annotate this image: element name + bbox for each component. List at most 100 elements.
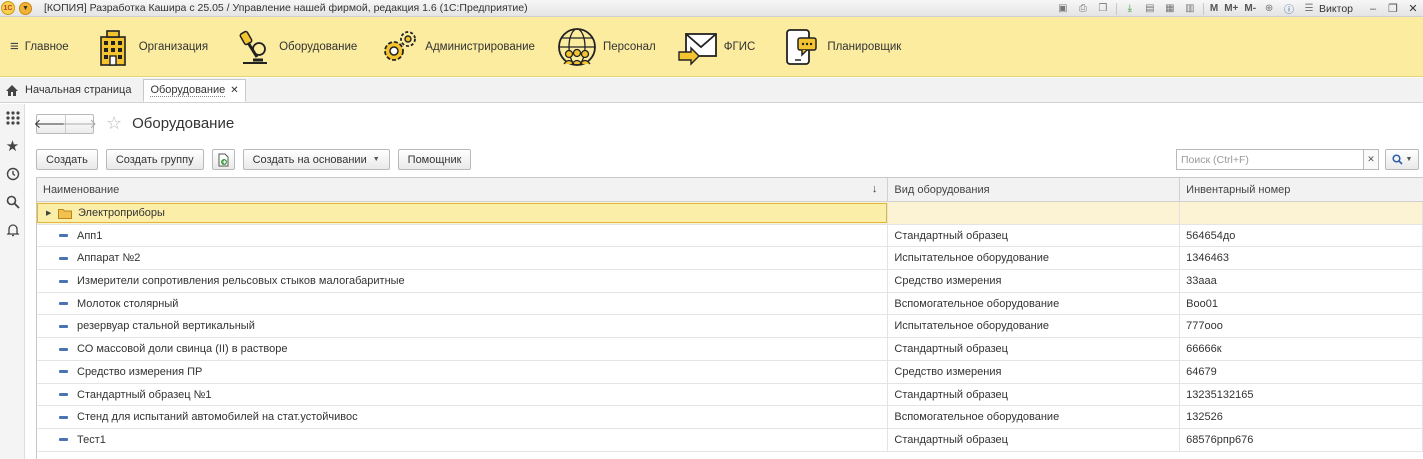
clear-search-icon[interactable]: ✕ — [1363, 149, 1379, 170]
search-input[interactable] — [1176, 149, 1363, 170]
main-menu-icon[interactable]: ▼ — [19, 1, 32, 15]
section-organization[interactable]: Организация — [91, 17, 208, 77]
tab-equipment-label: Оборудование — [150, 84, 226, 97]
group-cell[interactable]: ▶ Электроприборы — [37, 203, 887, 223]
calendar-icon[interactable]: ▦ — [1163, 3, 1177, 15]
search-options-button[interactable]: ▼ — [1385, 149, 1419, 170]
calculator-icon[interactable]: ▥ — [1183, 3, 1197, 15]
cell-type: Стандартный образец — [888, 338, 1181, 361]
table-row[interactable]: Средство измерения ПР Средство измерения 6… — [37, 360, 1423, 384]
section-equipment[interactable]: Оборудование — [233, 17, 357, 77]
item-icon — [59, 370, 68, 374]
zoom-icon[interactable]: ⊕ — [1262, 3, 1276, 15]
print-icon[interactable]: ⎙ — [1076, 3, 1090, 15]
cell-inventory: 1346463 — [1180, 247, 1423, 270]
cell-name: Измерители сопротивления рельсовых стыко… — [37, 270, 889, 293]
create-button[interactable]: Создать — [36, 149, 98, 170]
table-row-group[interactable]: ▶ Электроприборы — [37, 202, 1423, 225]
item-icon — [59, 234, 68, 238]
table-row[interactable]: Стандартный образец №1 Стандартный образе… — [37, 383, 1423, 407]
cell-type: Средство измерения — [888, 360, 1181, 383]
table-row[interactable]: Молоток столярный Вспомогательное оборудо… — [37, 292, 1423, 316]
column-header-type[interactable]: Вид оборудования — [888, 178, 1181, 202]
forward-button[interactable]: 🡒 — [62, 114, 97, 133]
cell-type: Испытательное оборудование — [888, 247, 1181, 270]
left-toolbar: ★ — [0, 104, 25, 459]
user-name[interactable]: Виктор — [1319, 3, 1353, 15]
section-label: Планировщик — [827, 40, 902, 53]
cell-inventory: Воо01 — [1180, 292, 1423, 315]
cell-name: Молоток столярный — [37, 292, 889, 315]
column-header-inventory[interactable]: Инвентарный номер — [1180, 178, 1423, 202]
sort-down-icon: ↓ — [871, 183, 878, 195]
tab-home[interactable]: Начальная страница — [0, 78, 139, 102]
history-icon[interactable] — [0, 160, 25, 188]
section-label: Оборудование — [279, 40, 358, 53]
section-administration[interactable]: Администрирование — [377, 17, 535, 77]
table-row[interactable]: СО массовой доли свинца (II) в растворе С… — [37, 338, 1423, 361]
section-label: Организация — [138, 40, 209, 53]
equipment-table: Наименование ↓ Вид оборудования Инвентар… — [36, 177, 1423, 459]
save-icon[interactable]: ▣ — [1056, 3, 1070, 15]
table-row[interactable]: Измерители сопротивления рельсовых стыко… — [37, 270, 1423, 293]
close-window-button[interactable]: ✕ — [1405, 2, 1421, 16]
item-icon — [59, 393, 68, 396]
create-group-button[interactable]: Создать группу — [105, 149, 204, 170]
cell-name: СО массовой доли свинца (II) в растворе — [37, 338, 889, 361]
copy-icon[interactable]: ❐ — [1096, 3, 1110, 15]
phone-chat-icon — [779, 25, 823, 69]
table-header: Наименование ↓ Вид оборудования Инвентар… — [37, 178, 1423, 202]
info-icon[interactable]: ⓘ — [1282, 3, 1296, 16]
table-row[interactable]: резервуар стальной вертикальный Испытател… — [37, 315, 1423, 339]
table-body: Апп1 Стандартный образец 564654до Аппарат №… — [37, 224, 1423, 452]
document-icon[interactable]: ▤ — [1143, 3, 1157, 15]
search-icon[interactable] — [0, 188, 25, 216]
section-label: ФГИС — [723, 40, 756, 53]
app-logo-icon[interactable]: 1С — [1, 1, 15, 15]
cell-inventory: 64679 — [1180, 360, 1423, 383]
cell-type: Вспомогательное оборудование — [888, 406, 1181, 429]
section-personnel[interactable]: Персонал — [555, 17, 656, 77]
table-row[interactable]: Тест1 Стандартный образец 68576рпр676 — [37, 428, 1423, 452]
create-based-on-button[interactable]: Создать на основании ▼ — [242, 149, 390, 170]
search-box: ✕ — [1176, 149, 1379, 170]
expand-arrow-icon[interactable]: ▶ — [46, 209, 54, 217]
cell-name: Тест1 — [37, 428, 889, 451]
export-icon — [218, 153, 229, 166]
notifications-bell-icon[interactable] — [0, 216, 25, 244]
cell-inventory: 66666к — [1180, 338, 1423, 361]
close-tab-icon[interactable]: ✕ — [230, 85, 238, 96]
cell-inventory: 564654до — [1180, 224, 1423, 247]
section-planner[interactable]: Планировщик — [779, 17, 901, 77]
dropdown-caret-icon: ▼ — [372, 156, 380, 163]
favorites-star-icon[interactable]: ★ — [0, 132, 25, 160]
cell-type: Стандартный образец — [888, 224, 1181, 247]
section-main-label: Главное — [24, 40, 69, 53]
export-button[interactable] — [211, 149, 235, 170]
item-icon — [59, 302, 68, 306]
table-row[interactable]: Аппарат №2 Испытательное оборудование 1346… — [37, 247, 1423, 271]
table-row[interactable]: Стенд для испытаний автомобилей на стат.… — [37, 406, 1423, 429]
microscope-icon — [233, 25, 277, 69]
memory-plus-button[interactable]: M+ — [1224, 3, 1238, 15]
favorite-star-icon[interactable]: ☆ — [106, 113, 122, 134]
section-fgis[interactable]: ФГИС — [676, 17, 756, 77]
memory-button[interactable]: M — [1210, 3, 1218, 15]
memory-minus-button[interactable]: M- — [1244, 3, 1256, 15]
minimize-button[interactable]: – — [1365, 2, 1381, 16]
column-header-name[interactable]: Наименование ↓ — [37, 178, 889, 202]
back-button[interactable]: 🡐 — [34, 115, 69, 133]
item-icon — [59, 347, 68, 351]
cell-name: Апп1 — [37, 224, 889, 247]
section-main[interactable]: ≡ Главное — [0, 17, 69, 77]
apps-grid-icon[interactable] — [0, 104, 25, 132]
user-icon[interactable]: ☰ — [1302, 3, 1316, 15]
maximize-button[interactable]: ❐ — [1385, 2, 1401, 16]
title-bar: 1С ▼ [КОПИЯ] Разработка Кашира с 25.05 /… — [0, 0, 1423, 17]
tab-equipment[interactable]: Оборудование ✕ — [143, 79, 246, 102]
download-icon[interactable]: ⤓ — [1123, 3, 1137, 15]
table-row[interactable]: Апп1 Стандартный образец 564654до — [37, 224, 1423, 248]
helper-button[interactable]: Помощник — [397, 149, 472, 170]
cell-name: резервуар стальной вертикальный — [37, 315, 889, 338]
cell-inventory: 132526 — [1180, 406, 1423, 429]
